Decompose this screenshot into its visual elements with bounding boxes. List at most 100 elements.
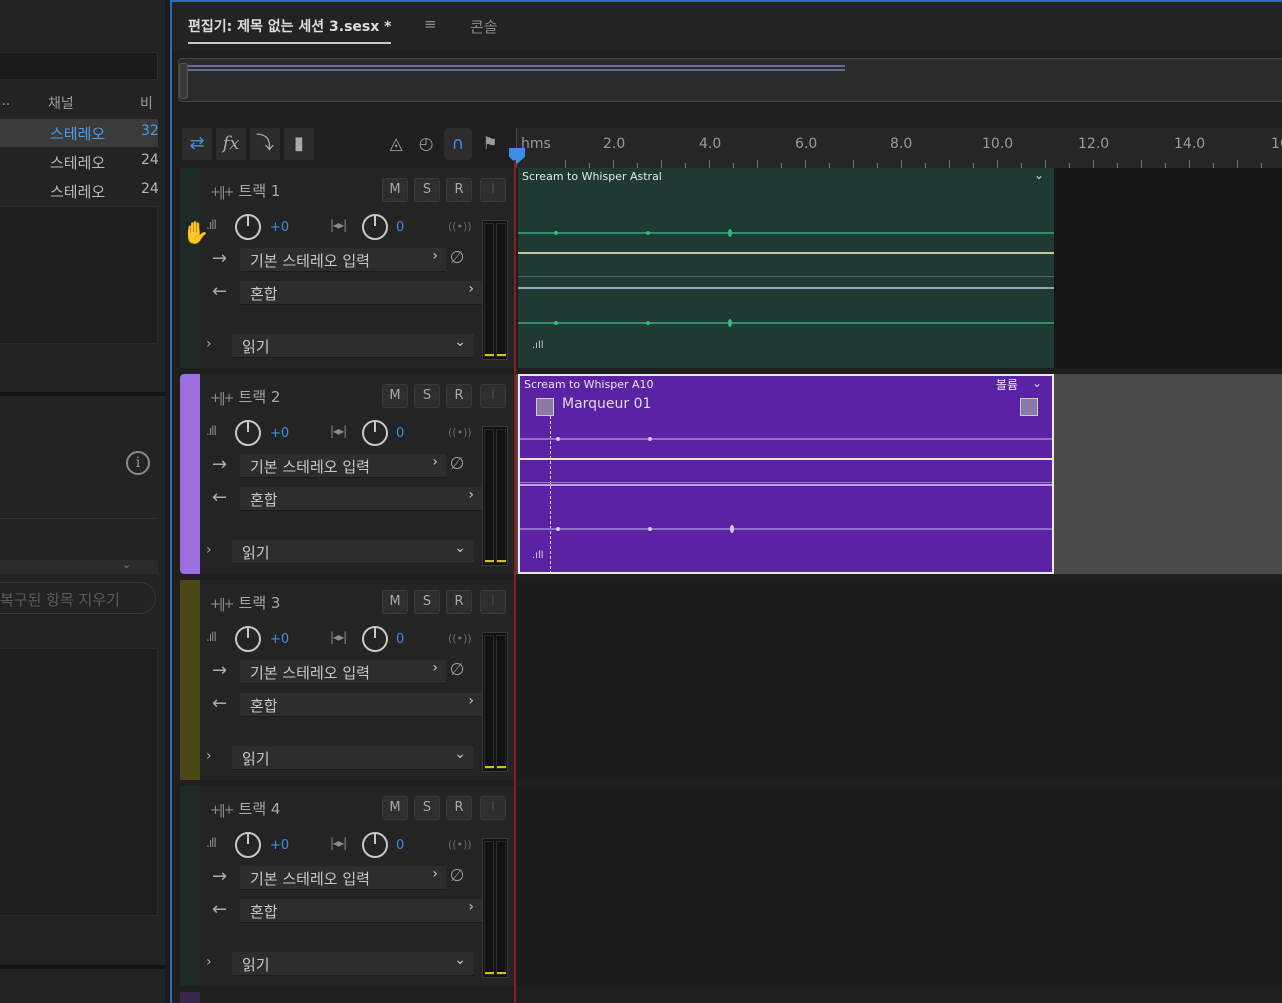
track-lane[interactable] [516, 786, 1282, 986]
volume-value[interactable]: +0 [270, 426, 289, 441]
audio-clip-selected[interactable]: Scream to Whisper A10 볼륨 ⌄ Marqueur 01 .… [518, 374, 1054, 574]
track-name[interactable]: +||+ 트랙 2 [210, 386, 280, 407]
input-select[interactable]: 기본 스테레오 입력 › [240, 660, 446, 684]
swap-arrows-icon[interactable]: ⇄ [182, 128, 212, 160]
timer-icon[interactable]: ◴ [412, 128, 440, 160]
record-arm-button[interactable]: R [446, 384, 472, 408]
file-row[interactable]: 스테레오 24 [0, 177, 159, 205]
pan-knob[interactable] [362, 832, 388, 858]
output-select[interactable]: 혼합 › [240, 487, 482, 511]
column-channel-header[interactable]: 채널 [48, 93, 74, 113]
expand-chevron-icon[interactable]: › [206, 336, 212, 352]
tab-console[interactable]: 콘솔 [470, 16, 498, 37]
input-select[interactable]: 기본 스테레오 입력 › [240, 454, 446, 478]
chevron-down-icon[interactable]: ⌄ [1032, 376, 1042, 390]
track-name[interactable]: +||+ 트랙 3 [210, 592, 280, 613]
file-row[interactable]: 스테레오 24 [0, 148, 159, 176]
track-name[interactable]: +||+ 트랙 1 [210, 180, 280, 201]
wireless-icon[interactable]: ((•)) [448, 838, 472, 851]
pan-envelope[interactable] [518, 287, 1054, 289]
phase-invert-icon[interactable]: ∅ [444, 454, 470, 478]
volume-envelope[interactable] [520, 458, 1052, 460]
monitor-input-button[interactable]: I [480, 178, 506, 202]
expand-chevron-icon[interactable]: › [206, 542, 212, 558]
fade-in-handle[interactable] [536, 398, 554, 416]
fx-button[interactable]: fx [216, 128, 246, 160]
expand-chevron-icon[interactable]: › [206, 748, 212, 764]
files-search-input[interactable] [0, 52, 158, 80]
input-select[interactable]: 기본 스테레오 입력 › [240, 866, 446, 890]
audio-clip[interactable]: Scream to Whisper Astral ⌄ .ıll [518, 168, 1054, 368]
pan-value[interactable]: 0 [396, 838, 404, 853]
mute-button[interactable]: M [382, 796, 408, 820]
input-select[interactable]: 기본 스테레오 입력 › [240, 248, 446, 272]
empty-lane-area[interactable] [1054, 168, 1282, 368]
track-lane[interactable]: Scream to Whisper A10 볼륨 ⌄ Marqueur 01 .… [516, 374, 1282, 574]
solo-button[interactable]: S [414, 384, 440, 408]
menu-icon[interactable]: ≡ [424, 15, 437, 33]
panel-divider[interactable] [0, 392, 165, 396]
time-ruler[interactable]: hms 2.0 4.0 6.0 8.0 10.0 12.0 14.0 16 [509, 128, 1282, 168]
send-icon[interactable]: ⤵ [250, 128, 280, 160]
record-arm-button[interactable]: R [446, 590, 472, 614]
panel-divider[interactable] [0, 965, 165, 969]
metronome-icon[interactable]: ◬ [382, 128, 410, 160]
solo-button[interactable]: S [414, 590, 440, 614]
track-name[interactable]: +||+ 트랙 4 [210, 798, 280, 819]
overview-left-handle[interactable] [179, 63, 188, 99]
column-bit-header[interactable]: 비 [140, 93, 153, 113]
output-select[interactable]: 혼합 › [240, 281, 482, 305]
mute-button[interactable]: M [382, 590, 408, 614]
phase-invert-icon[interactable]: ∅ [444, 248, 470, 272]
wireless-icon[interactable]: ((•)) [448, 632, 472, 645]
info-icon[interactable]: i [126, 451, 150, 475]
playhead-line[interactable] [514, 160, 516, 1003]
clip-envelope-tag[interactable]: 볼륨 [996, 376, 1018, 393]
wireless-icon[interactable]: ((•)) [448, 426, 472, 439]
wireless-icon[interactable]: ((•)) [448, 220, 472, 233]
output-select[interactable]: 혼합 › [240, 899, 482, 923]
track-color-stripe[interactable] [180, 374, 200, 574]
pan-knob[interactable] [362, 420, 388, 446]
solo-button[interactable]: S [414, 796, 440, 820]
column-name-header[interactable]: ... [0, 93, 10, 109]
volume-knob[interactable] [235, 420, 261, 446]
snap-magnet-icon[interactable]: ∩ [444, 128, 472, 160]
automation-mode-select[interactable]: 읽기 ⌄ [232, 952, 474, 976]
track-color-stripe[interactable] [180, 786, 200, 986]
automation-mode-select[interactable]: 읽기 ⌄ [232, 540, 474, 564]
volume-envelope[interactable] [518, 252, 1054, 254]
automation-mode-select[interactable]: 읽기 ⌄ [232, 746, 474, 770]
overview-visible-range[interactable] [183, 65, 845, 71]
monitor-input-button[interactable]: I [480, 590, 506, 614]
expand-chevron-icon[interactable]: › [206, 954, 212, 970]
phase-invert-icon[interactable]: ∅ [444, 660, 470, 684]
dropdown[interactable] [0, 560, 158, 574]
session-overview-scroller[interactable] [178, 58, 1282, 102]
track-lane[interactable] [516, 580, 1282, 780]
fade-out-handle[interactable] [1020, 398, 1038, 416]
clear-recovered-button[interactable]: 복구된 항목 지우기 [0, 582, 156, 614]
pan-knob[interactable] [362, 214, 388, 240]
track-color-stripe[interactable] [180, 580, 200, 780]
monitor-input-button[interactable]: I [480, 384, 506, 408]
pan-envelope[interactable] [520, 484, 1052, 486]
track-5-stripe[interactable] [180, 992, 200, 1003]
monitor-input-button[interactable]: I [480, 796, 506, 820]
solo-button[interactable]: S [414, 178, 440, 202]
record-arm-button[interactable]: R [446, 796, 472, 820]
pan-value[interactable]: 0 [396, 426, 404, 441]
track-color-stripe[interactable] [180, 168, 200, 368]
output-select[interactable]: 혼합 › [240, 693, 482, 717]
chevron-down-icon[interactable]: ⌄ [122, 558, 131, 571]
marker-icon[interactable]: ⚑ [476, 128, 504, 160]
clip-gain-icon[interactable]: .ıll [532, 340, 544, 351]
volume-knob[interactable] [235, 214, 261, 240]
tab-editor[interactable]: 편집기: 제목 없는 세션 3.sesx * [188, 16, 392, 44]
phase-invert-icon[interactable]: ∅ [444, 866, 470, 890]
automation-mode-select[interactable]: 읽기 ⌄ [232, 334, 474, 358]
mute-button[interactable]: M [382, 384, 408, 408]
volume-value[interactable]: +0 [270, 838, 289, 853]
volume-knob[interactable] [235, 626, 261, 652]
marker-label[interactable]: Marqueur 01 [562, 396, 651, 412]
